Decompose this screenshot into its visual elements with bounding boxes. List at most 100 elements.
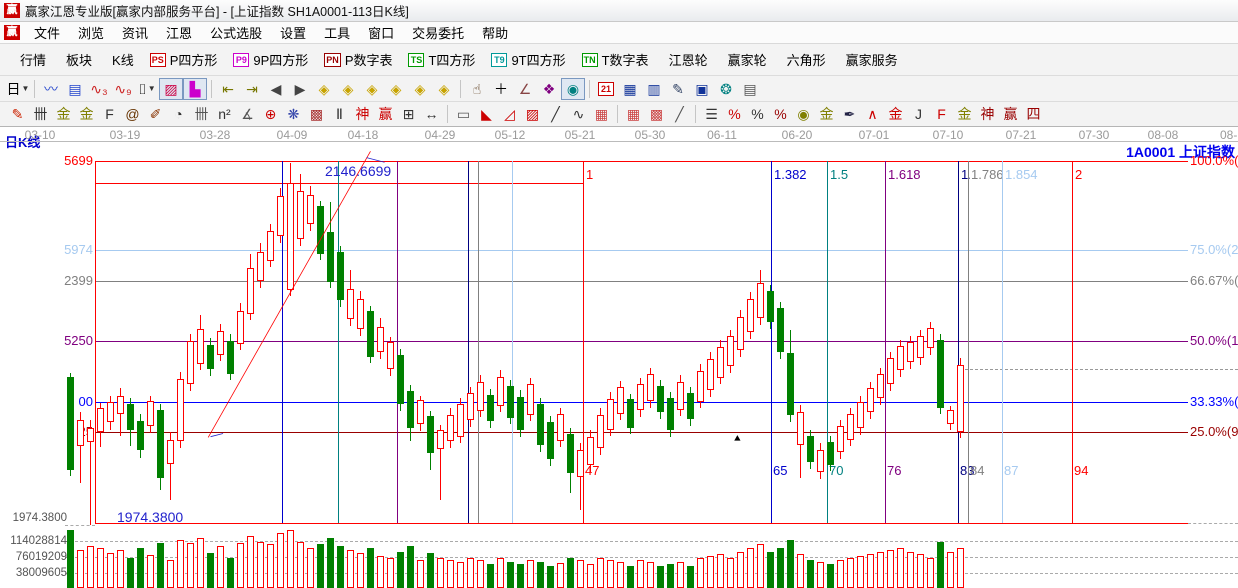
grid-red-2-button[interactable]: ▦ <box>622 104 645 125</box>
t-digit-table-button[interactable]: TNT数字表 <box>574 46 657 73</box>
shen-slash-button[interactable]: 神 <box>976 104 999 125</box>
sectors-button[interactable]: 板块 <box>54 46 100 73</box>
gold-red-button[interactable]: 金 <box>884 104 907 125</box>
net-transfer-button[interactable]: ❂ <box>714 78 738 100</box>
diamond-zoom-out-button[interactable]: ◈ <box>432 78 456 100</box>
crosshair-button[interactable]: ＋ <box>489 78 513 100</box>
wave-3-button[interactable]: ∿₃ <box>87 78 111 100</box>
si-slash-button[interactable]: 四 <box>1022 104 1045 125</box>
n-squared-button[interactable]: n² <box>213 104 236 125</box>
rect-tool-button[interactable]: ▭ <box>452 104 475 125</box>
fractal-chart-button[interactable]: ▨ <box>159 78 183 100</box>
notes-button[interactable]: ✎ <box>666 78 690 100</box>
pen-fence-button[interactable]: ✐ <box>144 104 167 125</box>
p-digit-table-button[interactable]: PNP数字表 <box>316 46 400 73</box>
k-mark-button[interactable]: Ⅱ <box>328 104 351 125</box>
gold-bar-button[interactable]: 金 <box>815 104 838 125</box>
ladder-button[interactable]: ☰ <box>700 104 723 125</box>
grid-red-button[interactable]: ▦ <box>590 104 613 125</box>
last-bar-button[interactable]: ⇥ <box>240 78 264 100</box>
menu-item[interactable]: 交易委托 <box>403 24 473 43</box>
p-square-button[interactable]: PSP四方形 <box>142 46 226 73</box>
width-arrow-button[interactable]: ↔ <box>420 104 443 125</box>
printer-button[interactable]: ▤ <box>738 78 762 100</box>
clock-cycle-button[interactable]: ◔ <box>167 104 190 125</box>
winner-wheel-button[interactable]: 赢家轮 <box>716 46 775 73</box>
circle-cross-button[interactable]: ⊕ <box>259 104 282 125</box>
square-mesh-button[interactable]: ▨ <box>521 104 544 125</box>
menu-item[interactable]: 窗口 <box>359 24 403 43</box>
app-logo-icon: 赢 <box>4 3 20 18</box>
menu-item[interactable]: 文件 <box>25 24 69 43</box>
menu-item[interactable]: 公式选股 <box>201 24 271 43</box>
fence-tool-button[interactable]: 卌 <box>29 104 52 125</box>
calculator-button[interactable]: ▦ <box>618 78 642 100</box>
pen-red-button[interactable]: ✎ <box>6 104 29 125</box>
period-selector-button[interactable]: 日▼ <box>6 78 30 100</box>
menu-item[interactable]: 工具 <box>315 24 359 43</box>
pct-slash-button[interactable]: % <box>723 104 746 125</box>
hexagon-button[interactable]: 六角形 <box>775 46 834 73</box>
diamond-expand-button[interactable]: ◈ <box>360 78 384 100</box>
next-bar-button[interactable]: ▶ <box>288 78 312 100</box>
zigzag-button[interactable]: ∿ <box>567 104 590 125</box>
t9-square-button[interactable]: T99T四方形 <box>483 46 573 73</box>
square-burst-button[interactable]: ▩ <box>305 104 328 125</box>
p9-square-button[interactable]: P99P四方形 <box>225 46 316 73</box>
pct-plain-button[interactable]: % <box>746 104 769 125</box>
circle-burst-button[interactable]: ❋ <box>282 104 305 125</box>
grid-red-3-button[interactable]: ▩ <box>645 104 668 125</box>
menu-item[interactable]: 浏览 <box>69 24 113 43</box>
winner-service-button[interactable]: 赢家服务 <box>834 46 906 73</box>
ink-pen-button[interactable]: ✒ <box>838 104 861 125</box>
t-square-button[interactable]: TST四方形 <box>400 46 483 73</box>
calendar-21-button[interactable]: 21 <box>594 78 618 100</box>
j-slash-button[interactable]: J <box>907 104 930 125</box>
ying-fence-button[interactable]: 赢 <box>374 104 397 125</box>
ying-slash-button[interactable]: 赢 <box>999 104 1022 125</box>
slash-lines-button[interactable]: ╱ <box>668 104 691 125</box>
diamond-right-button[interactable]: ◈ <box>336 78 360 100</box>
f-fence-button[interactable]: F <box>98 104 121 125</box>
first-bar-button[interactable]: ⇤ <box>216 78 240 100</box>
menu-item[interactable]: 设置 <box>271 24 315 43</box>
wave-9-button[interactable]: ∿₉ <box>111 78 135 100</box>
gold-fence-a-button[interactable]: 金 <box>52 104 75 125</box>
menu-item[interactable]: 帮助 <box>473 24 517 43</box>
gann-tool-purple-button[interactable]: ❖ <box>537 78 561 100</box>
price-chart-plot[interactable]: 100.0%(360)569975.0%(270)597466.67%(240)… <box>0 127 1238 588</box>
candle-style-button[interactable]: ⌷▼ <box>135 78 159 100</box>
level-line <box>95 250 1188 251</box>
diamond-left-button[interactable]: ◈ <box>312 78 336 100</box>
gold-fence-b-button[interactable]: 金 <box>75 104 98 125</box>
gann-brain-button[interactable]: ◉ <box>561 78 585 100</box>
pan-hand-button[interactable]: ☝ <box>465 78 489 100</box>
diamond-zoom-in-button[interactable]: ◈ <box>408 78 432 100</box>
chart-pattern-button[interactable]: 〰 <box>39 78 63 100</box>
gold-slash-button[interactable]: 金 <box>953 104 976 125</box>
color-histogram-button[interactable]: ▙ <box>183 78 207 100</box>
gold-ring-button[interactable]: ◉ <box>792 104 815 125</box>
quotes-button[interactable]: 行情 <box>8 46 54 73</box>
f-slash-button[interactable]: F <box>930 104 953 125</box>
ruler-123-button[interactable]: ⊞ <box>397 104 420 125</box>
wave-mark-button[interactable]: ∧ <box>861 104 884 125</box>
calculator-2-button[interactable]: ▥ <box>642 78 666 100</box>
angle-split-button[interactable]: ∡ <box>236 104 259 125</box>
fan-lines-button[interactable]: ◣ <box>475 104 498 125</box>
gann-wheel-button[interactable]: 江恩轮 <box>657 46 716 73</box>
diamond-shrink-button[interactable]: ◈ <box>384 78 408 100</box>
square-fan-button[interactable]: ◿ <box>498 104 521 125</box>
menu-item[interactable]: 资讯 <box>113 24 157 43</box>
save-button[interactable]: ▣ <box>690 78 714 100</box>
fence-plain-button[interactable]: 卌 <box>190 104 213 125</box>
pen-line-button[interactable]: ╱ <box>544 104 567 125</box>
shen-fence-button[interactable]: 神 <box>351 104 374 125</box>
prev-bar-button[interactable]: ◀ <box>264 78 288 100</box>
kline-button[interactable]: K线 <box>100 46 142 73</box>
info-panel-button[interactable]: ▤ <box>63 78 87 100</box>
spiral-tool-button[interactable]: @ <box>121 104 144 125</box>
menu-item[interactable]: 江恩 <box>157 24 201 43</box>
pct-line-button[interactable]: % <box>769 104 792 125</box>
angle-measure-button[interactable]: ∠ <box>513 78 537 100</box>
